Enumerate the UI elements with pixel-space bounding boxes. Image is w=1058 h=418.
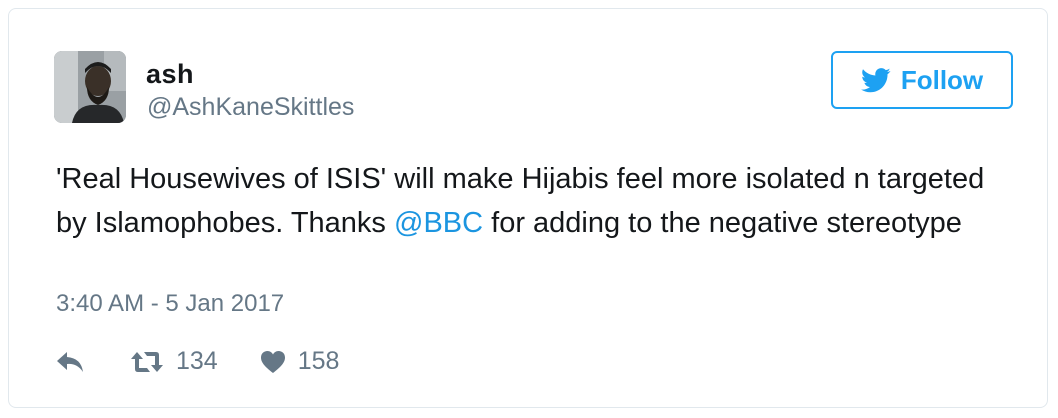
tweet-timestamp[interactable]: 3:40 AM - 5 Jan 2017 bbox=[56, 290, 284, 318]
reply-icon bbox=[57, 351, 83, 372]
retweet-button[interactable]: 134 bbox=[130, 347, 218, 376]
follow-label: Follow bbox=[900, 64, 984, 95]
tweet-text-part2: for adding to the negative stereotype bbox=[483, 207, 962, 239]
tweet-text: 'Real Housewives of ISIS' will make Hija… bbox=[56, 157, 996, 245]
reply-button[interactable] bbox=[56, 351, 84, 373]
retweet-icon bbox=[131, 351, 163, 372]
avatar[interactable] bbox=[54, 51, 126, 123]
heart-icon bbox=[260, 350, 285, 373]
follow-button[interactable]: Follow bbox=[831, 51, 1013, 109]
avatar-photo bbox=[54, 51, 126, 123]
tweet-actions: 134 158 bbox=[56, 347, 339, 376]
twitter-bird-icon bbox=[860, 67, 891, 92]
user-handle[interactable]: @AshKaneSkittles bbox=[147, 93, 354, 122]
mention-link[interactable]: @BBC bbox=[394, 207, 483, 239]
retweet-count: 134 bbox=[176, 347, 218, 375]
like-button[interactable]: 158 bbox=[260, 347, 340, 376]
display-name[interactable]: ash bbox=[146, 59, 194, 90]
tweet-card: ash @AshKaneSkittles Follow 'Real Housew… bbox=[8, 8, 1048, 408]
like-count: 158 bbox=[297, 347, 340, 375]
